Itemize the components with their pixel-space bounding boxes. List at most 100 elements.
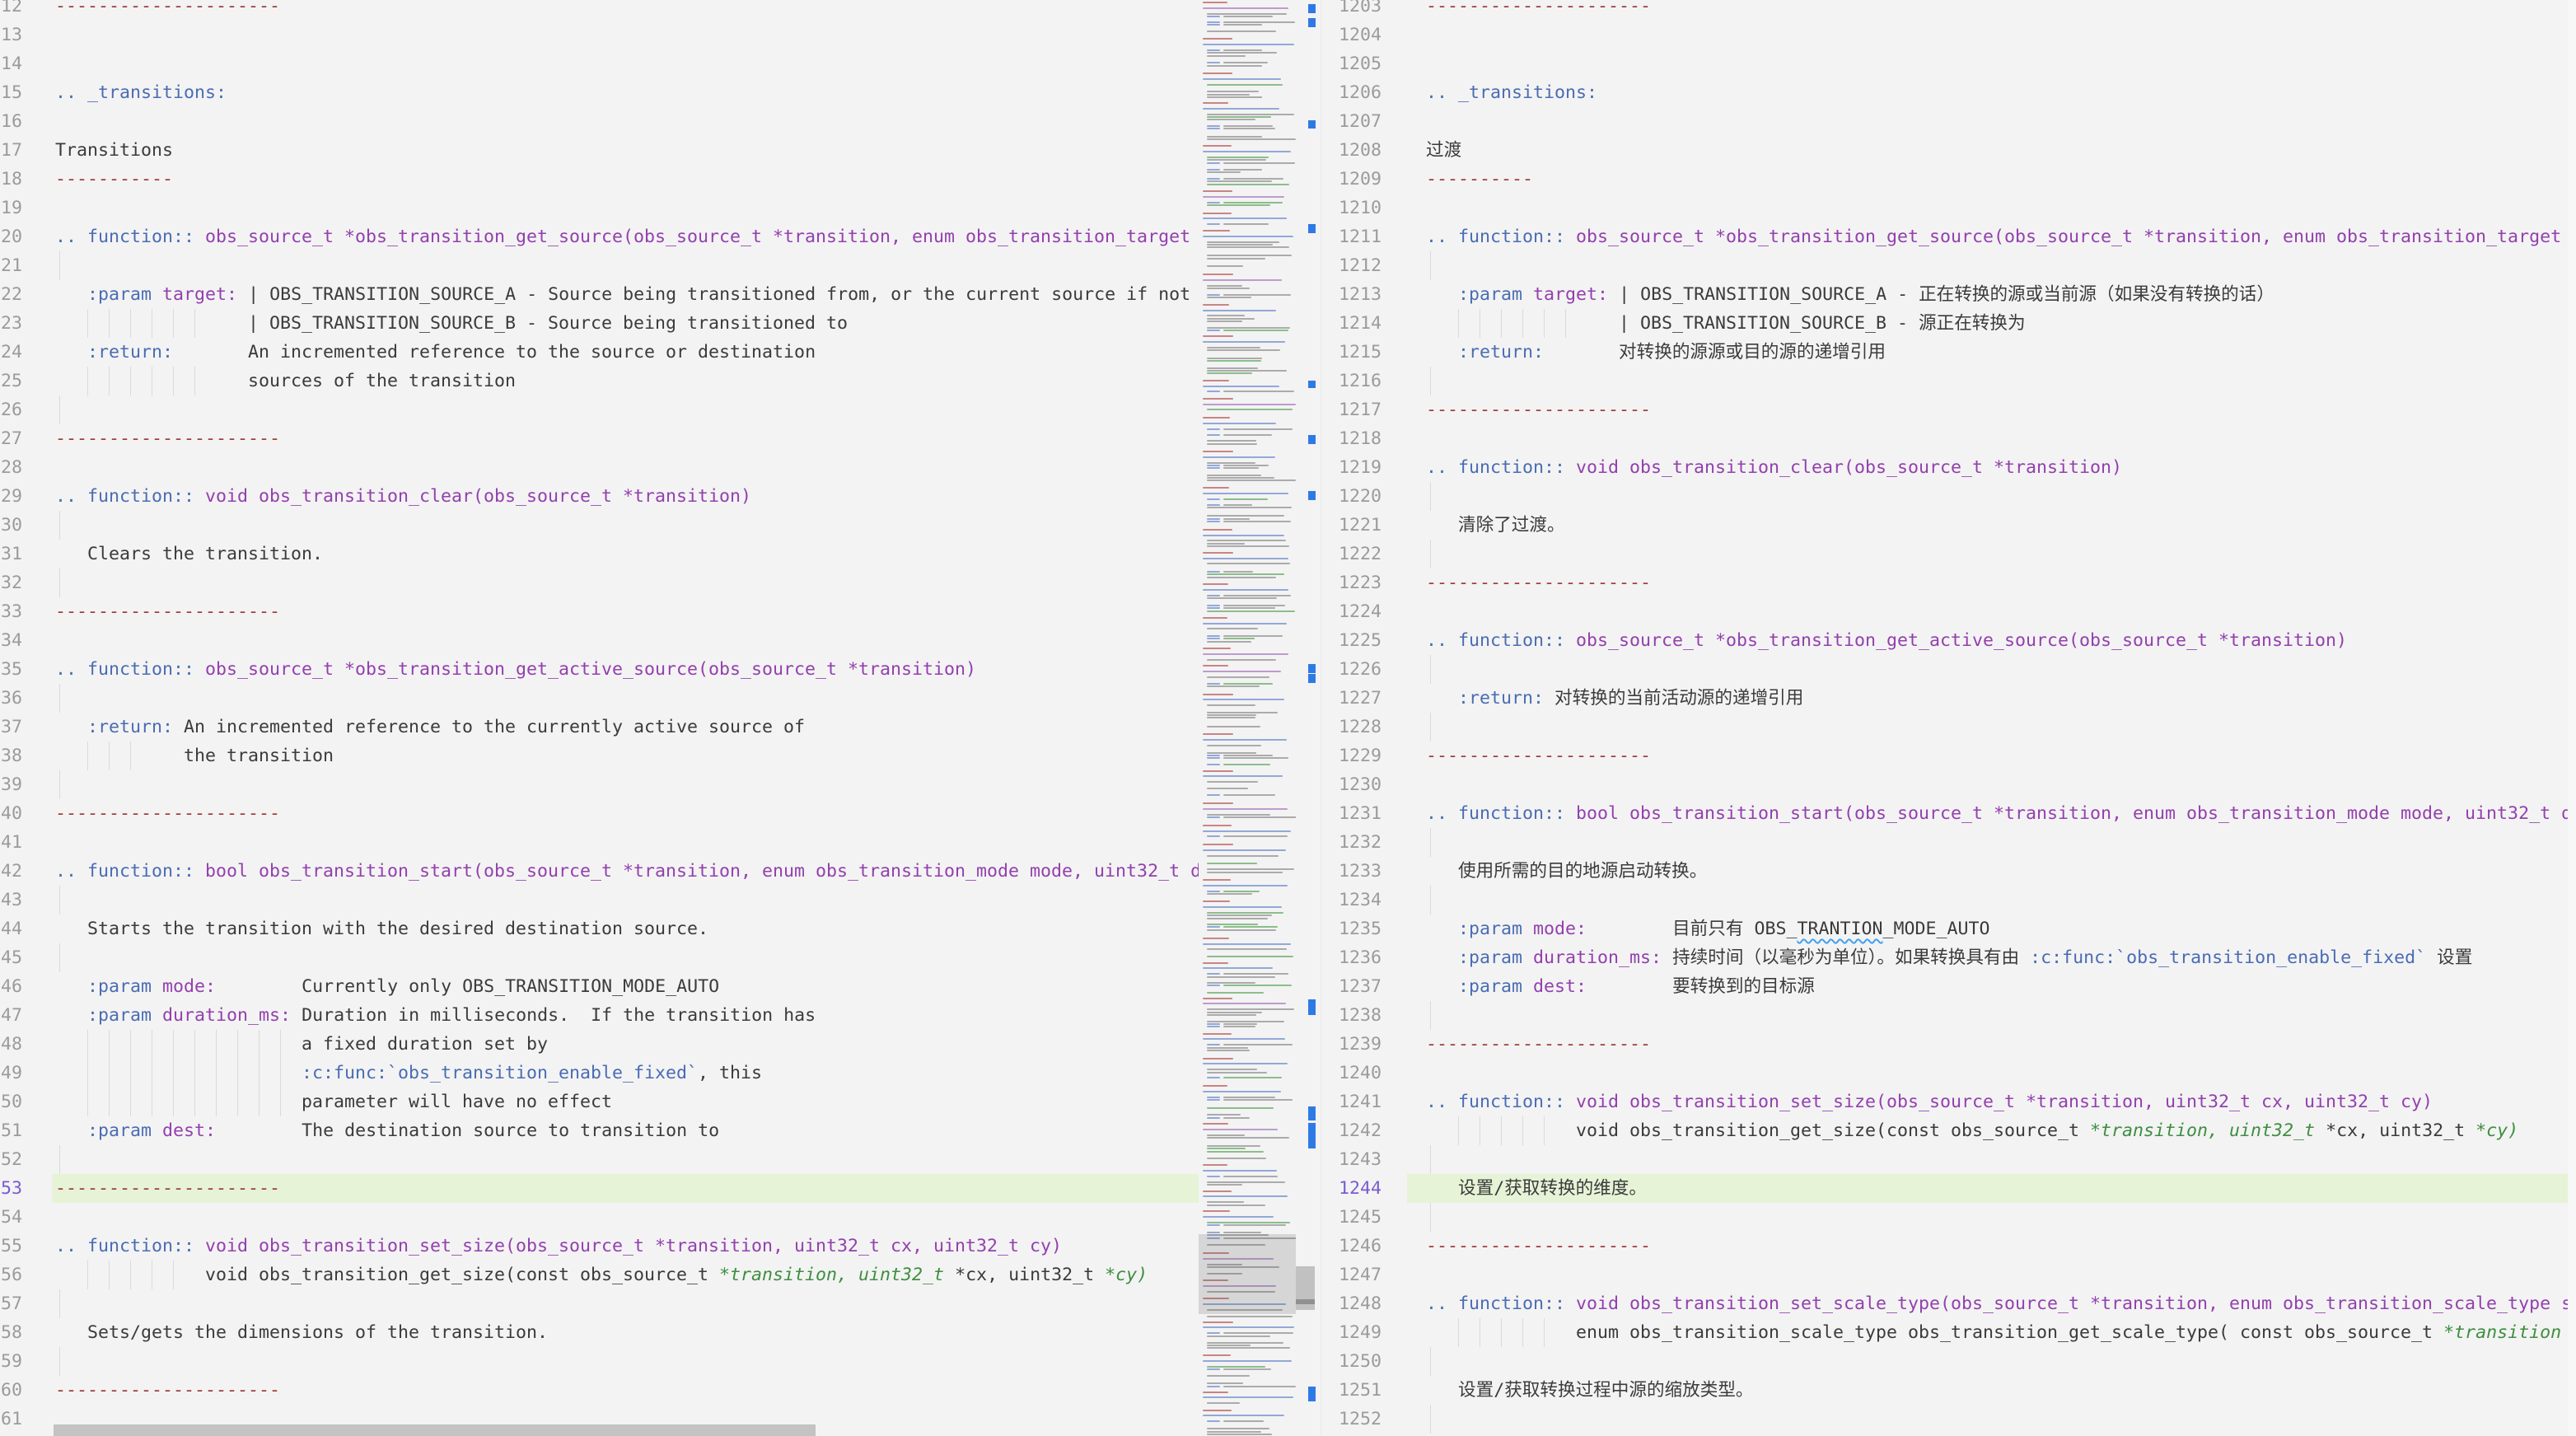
code-line[interactable]: .. function:: obs_source_t *obs_transiti… [55, 222, 1199, 251]
code-line[interactable]: 清除了过渡。 [1426, 511, 2568, 540]
code-line[interactable]: .. _transitions: [55, 78, 1199, 107]
vertical-scrollbar[interactable] [1296, 0, 1319, 1436]
code-line[interactable] [55, 511, 1199, 540]
code-line[interactable]: parameter will have no effect [55, 1088, 1199, 1116]
code-line[interactable]: :param target: | OBS_TRANSITION_SOURCE_A… [1426, 280, 2568, 309]
line-number[interactable]: 1233 [1321, 857, 1382, 886]
line-number[interactable]: 1236 [1321, 943, 1382, 972]
line-number[interactable]: 1225 [1321, 626, 1382, 655]
code-line[interactable] [55, 770, 1199, 799]
line-number[interactable]: 1208 [1321, 136, 1382, 165]
line-number[interactable]: 55 [0, 1232, 22, 1261]
code-line[interactable]: --------------------- [1426, 741, 2568, 770]
code-line[interactable]: .. _transitions: [1426, 78, 2568, 107]
code-line[interactable]: void obs_transition_get_size(const obs_s… [1426, 1116, 2568, 1145]
line-number[interactable]: 1249 [1321, 1318, 1382, 1347]
line-number[interactable]: 54 [0, 1203, 22, 1232]
line-number[interactable]: 1227 [1321, 684, 1382, 713]
code-line[interactable]: .. function:: void obs_transition_set_si… [1426, 1088, 2568, 1116]
line-number[interactable]: 1211 [1321, 222, 1382, 251]
line-number[interactable]: 23 [0, 309, 22, 338]
line-number[interactable]: 12 [0, 0, 22, 21]
code-line[interactable]: .. function:: bool obs_transition_start(… [55, 857, 1199, 886]
code-line[interactable] [55, 1289, 1199, 1318]
code-line[interactable]: .. function:: obs_source_t *obs_transiti… [55, 655, 1199, 684]
line-number[interactable]: 1207 [1321, 107, 1382, 136]
code-line[interactable]: :return: An incremented reference to the… [55, 713, 1199, 741]
code-line[interactable]: a fixed duration set by [55, 1030, 1199, 1059]
code-line[interactable] [55, 828, 1199, 857]
code-line[interactable]: :param mode: Currently only OBS_TRANSITI… [55, 972, 1199, 1001]
line-number[interactable]: 33 [0, 597, 22, 626]
right-editor-scrollbar-track[interactable] [2568, 0, 2576, 1436]
code-line[interactable] [55, 626, 1199, 655]
code-line[interactable]: :param duration_ms: Duration in millisec… [55, 1001, 1199, 1030]
code-line[interactable] [55, 943, 1199, 972]
line-number[interactable]: 17 [0, 136, 22, 165]
code-line[interactable] [1426, 1261, 2568, 1289]
line-number[interactable]: 1248 [1321, 1289, 1382, 1318]
code-line[interactable] [55, 453, 1199, 482]
code-line[interactable] [55, 1145, 1199, 1174]
line-number[interactable]: 15 [0, 78, 22, 107]
line-number[interactable]: 1216 [1321, 367, 1382, 395]
code-line[interactable]: --------------------- [1426, 0, 2568, 21]
minimap[interactable] [1199, 0, 1296, 1436]
line-number[interactable]: 1244 [1321, 1174, 1382, 1203]
line-number[interactable]: 1222 [1321, 540, 1382, 568]
line-number[interactable]: 29 [0, 482, 22, 511]
line-number[interactable]: 1247 [1321, 1261, 1382, 1289]
code-line[interactable] [55, 1203, 1199, 1232]
code-line[interactable]: :param duration_ms: 持续时间（以毫秒为单位）。如果转换具有由… [1426, 943, 2568, 972]
code-line[interactable] [1426, 1001, 2568, 1030]
line-number[interactable]: 14 [0, 49, 22, 78]
code-line[interactable] [1426, 540, 2568, 568]
line-number[interactable]: 44 [0, 914, 22, 943]
code-line[interactable]: --------------------- [55, 0, 1199, 21]
line-number[interactable]: 27 [0, 424, 22, 453]
line-number[interactable]: 1223 [1321, 568, 1382, 597]
code-line[interactable] [55, 49, 1199, 78]
code-line[interactable]: --------------------- [55, 799, 1199, 828]
code-line[interactable]: the transition [55, 741, 1199, 770]
line-number[interactable]: 1230 [1321, 770, 1382, 799]
line-number[interactable]: 30 [0, 511, 22, 540]
line-number[interactable]: 1241 [1321, 1088, 1382, 1116]
code-line[interactable] [1426, 482, 2568, 511]
code-line[interactable]: --------------------- [1426, 395, 2568, 424]
line-number[interactable]: 18 [0, 165, 22, 194]
code-line[interactable]: .. function:: void obs_transition_set_si… [55, 1232, 1199, 1261]
code-line[interactable]: :param dest: The destination source to t… [55, 1116, 1199, 1145]
line-number[interactable]: 1245 [1321, 1203, 1382, 1232]
code-line[interactable]: .. function:: bool obs_transition_start(… [1426, 799, 2568, 828]
line-number[interactable]: 20 [0, 222, 22, 251]
line-number[interactable]: 1250 [1321, 1347, 1382, 1376]
line-number[interactable]: 36 [0, 684, 22, 713]
line-number[interactable]: 1218 [1321, 424, 1382, 453]
code-line[interactable] [55, 107, 1199, 136]
code-line[interactable]: .. function:: obs_source_t *obs_transiti… [1426, 222, 2568, 251]
code-line[interactable] [1426, 1059, 2568, 1088]
code-line[interactable]: ---------- [1426, 165, 2568, 194]
code-line[interactable]: --------------------- [1426, 1232, 2568, 1261]
code-line[interactable]: --------------------- [1426, 1030, 2568, 1059]
code-line[interactable]: .. function:: void obs_transition_clear(… [1426, 453, 2568, 482]
line-number[interactable]: 1252 [1321, 1405, 1382, 1434]
line-number[interactable]: 1242 [1321, 1116, 1382, 1145]
code-line[interactable]: Starts the transition with the desired d… [55, 914, 1199, 943]
code-line[interactable] [1426, 655, 2568, 684]
line-number[interactable]: 59 [0, 1347, 22, 1376]
code-line[interactable]: :return: An incremented reference to the… [55, 338, 1199, 367]
line-number[interactable]: 19 [0, 194, 22, 222]
code-line[interactable] [1426, 1405, 2568, 1434]
code-line[interactable] [55, 21, 1199, 49]
code-line[interactable]: :c:func:`obs_transition_enable_fixed`, t… [55, 1059, 1199, 1088]
code-line[interactable]: :return: 对转换的当前活动源的递增引用 [1426, 684, 2568, 713]
editor-pane-chinese[interactable]: 1203 --------------------- 1204 1205 1206 .. … [1321, 0, 2568, 1436]
code-line[interactable] [55, 886, 1199, 914]
code-line[interactable] [1426, 1203, 2568, 1232]
editor-pane-english[interactable]: 12 --------------------- 13 14 15 .. _transit… [0, 0, 1199, 1436]
line-number[interactable]: 1251 [1321, 1376, 1382, 1405]
code-line[interactable] [1426, 424, 2568, 453]
line-number[interactable]: 56 [0, 1261, 22, 1289]
